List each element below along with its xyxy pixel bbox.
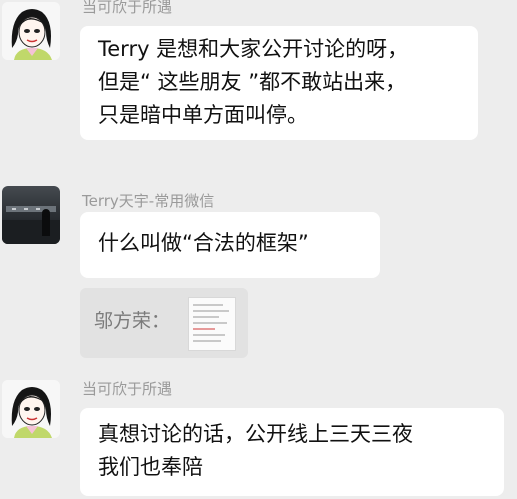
message-bubble[interactable]: 什么叫做“合法的框架” <box>80 212 380 278</box>
sender-name: Terry天宇-常用微信 <box>82 192 215 210</box>
sender-name: 当可欣于所遇 <box>82 380 173 398</box>
woman-cartoon-avatar-icon[interactable] <box>2 380 60 438</box>
message-line: 我们也奉陪 <box>98 455 203 479</box>
message-line: 但是“ 这些朋友 ”都不敢站出来， <box>98 70 407 94</box>
document-thumbnail-icon[interactable] <box>188 297 236 351</box>
message-bubble[interactable]: Terry 是想和大家公开讨论的呀， 但是“ 这些朋友 ”都不敢站出来， 只是暗… <box>80 26 478 140</box>
message-line: 什么叫做“合法的框架” <box>98 231 309 255</box>
quote-sender-label: 邬方荣： <box>94 310 171 332</box>
message-line: 只是暗中单方面叫停。 <box>98 103 308 127</box>
woman-cartoon-avatar-icon[interactable] <box>2 2 60 60</box>
message-bubble[interactable]: 真想讨论的话，公开线上三天三夜 我们也奉陪 <box>80 408 504 496</box>
sender-name: 当可欣于所遇 <box>82 0 173 16</box>
quoted-reply[interactable]: 邬方荣： <box>80 288 248 358</box>
message-line: 真想讨论的话，公开线上三天三夜 <box>98 422 413 446</box>
message-line: Terry 是想和大家公开讨论的呀， <box>98 37 409 61</box>
dark-photo-avatar-icon[interactable] <box>2 186 60 244</box>
